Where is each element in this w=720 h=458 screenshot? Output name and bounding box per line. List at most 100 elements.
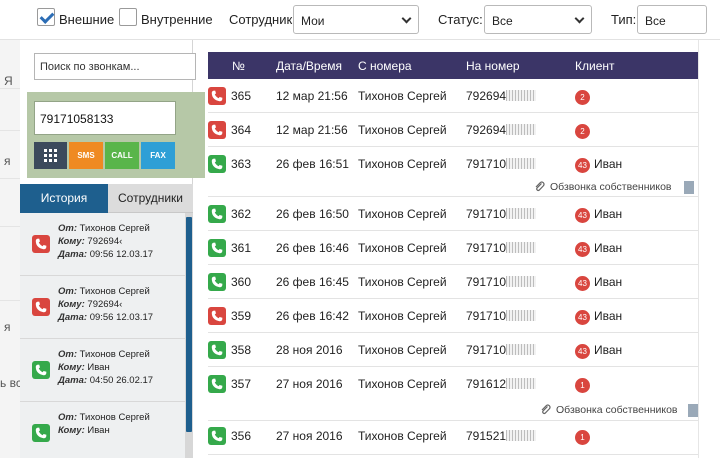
call-to[interactable]: 791710 [466,309,537,323]
call-to-number: 791710 [466,207,507,221]
redacted-digits [506,310,537,321]
call-to[interactable]: 791710 [466,275,537,289]
table-header: № Дата/Время С номера На номер Клиент [208,52,698,79]
column-header-num[interactable]: № [232,59,245,73]
scrollbar-thumb[interactable] [186,217,192,432]
call-to[interactable]: 791710 [466,207,537,221]
history-date-label: Дата: [58,375,88,386]
employee-select-value: Мои [301,14,325,28]
call-datetime: 27 ноя 2016 [276,377,343,391]
call-to-number: 791710 [466,157,507,171]
call-to[interactable]: 791710 [466,157,537,171]
call-number: 357 [231,377,252,391]
call-from[interactable]: Тихонов Сергей [358,89,447,103]
history-item[interactable]: От: Тихонов Сергей Кому: Иван [20,402,185,458]
tab-employees[interactable]: Сотрудники [108,184,193,213]
tab-history[interactable]: История [20,184,108,213]
client-name[interactable]: Иван [594,309,622,323]
background-text: Я [4,74,13,88]
call-from[interactable]: Тихонов Сергей [358,429,447,443]
history-to: Иван [87,362,110,373]
call-from[interactable]: Тихонов Сергей [358,343,447,357]
phone-number-value: 79171058133 [40,112,114,126]
table-row[interactable]: 365 12 мар 21:56 Тихонов Сергей 792694 2 [208,79,698,113]
table-row[interactable]: 357 27 ноя 2016 Тихонов Сергей 791612 1 … [208,367,698,421]
table-row[interactable]: 358 28 ноя 2016 Тихонов Сергей 791710 43… [208,333,698,367]
client-call-count-badge: 43 [575,208,590,223]
call-to-number: 792694 [466,89,507,103]
missed-call-icon [208,121,226,139]
column-header-from[interactable]: С номера [358,59,412,73]
type-select[interactable]: Все [637,5,707,34]
table-row[interactable]: 364 12 мар 21:56 Тихонов Сергей 792694 2 [208,113,698,147]
answered-call-icon [208,341,226,359]
history-item[interactable]: От: Тихонов Сергей Кому: Иван Дата: 04:5… [20,339,185,402]
internal-checkbox[interactable] [119,8,137,26]
call-to[interactable]: 792694 [466,123,537,137]
call-from[interactable]: Тихонов Сергей [358,123,447,137]
answered-call-icon [208,155,226,173]
external-checkbox[interactable] [37,8,55,26]
history-item[interactable]: От: Тихонов Сергей Кому: 792694‹ Дата: 0… [20,213,185,276]
column-header-datetime[interactable]: Дата/Время [276,59,342,73]
history-date-label: Дата: [58,312,88,323]
call-to-number: 791710 [466,241,507,255]
redacted-digits [506,158,537,169]
table-row[interactable]: 361 26 фев 16:46 Тихонов Сергей 791710 4… [208,231,698,265]
call-button[interactable]: CALL [105,142,139,169]
call-search-input[interactable]: Поиск по звонкам... [34,53,196,80]
client-call-count-badge: 43 [575,158,590,173]
call-from[interactable]: Тихонов Сергей [358,241,447,255]
client-name[interactable]: Иван [594,157,622,171]
answered-call-icon [208,273,226,291]
client-name[interactable]: Иван [594,241,622,255]
sms-button[interactable]: SMS [69,142,103,169]
call-from[interactable]: Тихонов Сергей [358,309,447,323]
table-row[interactable]: 359 26 фев 16:42 Тихонов Сергей 791710 4… [208,299,698,333]
history-scrollbar[interactable] [185,213,193,458]
call-to[interactable]: 791710 [466,343,537,357]
call-number: 356 [231,429,252,443]
call-from[interactable]: Тихонов Сергей [358,157,447,171]
calls-table: № Дата/Время С номера На номер Клиент 36… [208,52,698,458]
client-name[interactable]: Иван [594,275,622,289]
history-date-label: Дата: [58,249,88,260]
column-header-client[interactable]: Клиент [575,59,615,73]
call-to[interactable]: 792694 [466,89,537,103]
answered-call-icon [32,361,50,379]
call-from[interactable]: Тихонов Сергей [358,275,447,289]
call-from[interactable]: Тихонов Сергей [358,207,447,221]
table-row[interactable]: 360 26 фев 16:45 Тихонов Сергей 791710 4… [208,265,698,299]
call-to[interactable]: 791710 [466,241,537,255]
call-to[interactable]: 791521 [466,429,537,443]
history-to: Иван [87,425,110,436]
table-row[interactable]: 363 26 фев 16:51 Тихонов Сергей 791710 4… [208,147,698,197]
call-to[interactable]: 791612 [466,377,537,391]
call-from[interactable]: Тихонов Сергей [358,377,447,391]
missed-call-icon [208,307,226,325]
redacted-digits [506,208,537,219]
column-header-to[interactable]: На номер [466,59,520,73]
call-datetime: 28 ноя 2016 [276,343,343,357]
employee-select[interactable]: Мои [293,5,419,34]
redacted-digits [506,378,537,389]
history-item[interactable]: От: Тихонов Сергей Кому: 792694‹ Дата: 0… [20,276,185,339]
client-name[interactable]: Иван [594,343,622,357]
client-name[interactable]: Иван [594,207,622,221]
call-note[interactable]: Обзвонка собственников [556,404,678,416]
softphone-tabs: История Сотрудники [20,184,193,213]
call-history-list: От: Тихонов Сергей Кому: 792694‹ Дата: 0… [20,213,185,458]
fax-button[interactable]: FAX [141,142,175,169]
history-to-label: Кому: [58,299,85,310]
call-datetime: 26 фев 16:46 [276,241,349,255]
status-select[interactable]: Все [484,5,592,34]
call-note[interactable]: Обзвонка собственников [550,181,672,193]
table-row[interactable]: 356 27 ноя 2016 Тихонов Сергей 791521 1 [208,421,698,455]
history-to-label: Кому: [58,236,85,247]
history-from: Тихонов Сергей [79,412,150,423]
answered-call-icon [32,424,50,442]
keypad-icon [43,149,57,162]
phone-number-input[interactable]: 79171058133 [34,101,176,135]
table-row[interactable]: 362 26 фев 16:50 Тихонов Сергей 791710 4… [208,197,698,231]
keypad-button[interactable] [34,142,67,169]
